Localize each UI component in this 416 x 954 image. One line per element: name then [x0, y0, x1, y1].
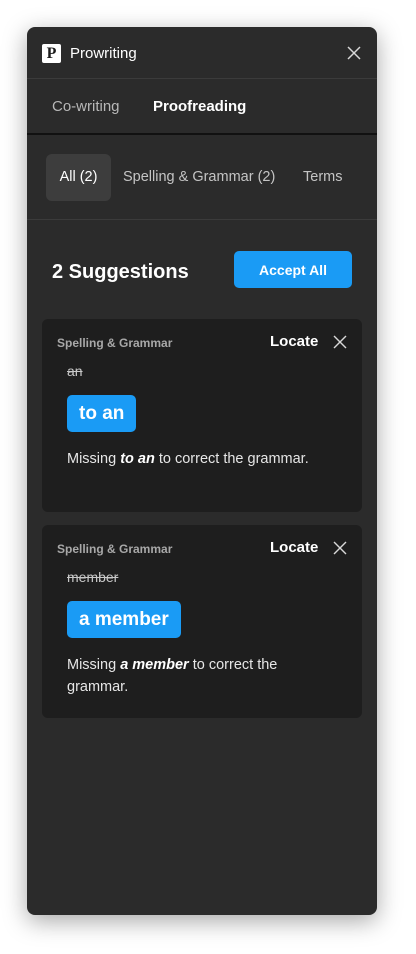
suggestion-category: Spelling & Grammar — [57, 542, 173, 556]
locate-button[interactable]: Locate — [270, 333, 318, 351]
dismiss-suggestion-button[interactable] — [332, 334, 348, 350]
suggestion-message: Missing to an to correct the grammar. — [67, 448, 327, 470]
close-icon — [333, 335, 347, 349]
dismiss-suggestion-button[interactable] — [332, 540, 348, 556]
accept-all-button[interactable]: Accept All — [234, 251, 352, 288]
replacement-button[interactable]: a member — [67, 601, 181, 638]
message-emphasis: to an — [120, 451, 155, 467]
close-icon — [333, 541, 347, 555]
filter-terms[interactable]: Terms — [303, 154, 342, 201]
replacement-button[interactable]: to an — [67, 395, 137, 432]
prowriting-logo: P — [42, 44, 61, 63]
tab-proofreading[interactable]: Proofreading — [153, 98, 246, 116]
locate-button[interactable]: Locate — [270, 539, 318, 557]
message-prefix: Missing — [67, 657, 121, 673]
close-panel-button[interactable] — [345, 44, 363, 62]
message-suffix: to correct the grammar. — [154, 451, 309, 467]
filter-spelling-grammar[interactable]: Spelling & Grammar (2) — [123, 154, 275, 201]
prowriting-panel: P Prowriting Co-writing Proofreading All… — [27, 27, 377, 915]
message-prefix: Missing — [67, 451, 121, 467]
tab-co-writing[interactable]: Co-writing — [52, 98, 120, 116]
close-icon — [347, 46, 361, 60]
original-text: an — [67, 363, 83, 379]
suggestion-filters: All (2) Spelling & Grammar (2) Terms — [27, 135, 377, 220]
message-emphasis: a member — [120, 657, 189, 673]
original-text: member — [67, 569, 119, 585]
filter-all[interactable]: All (2) — [46, 154, 111, 201]
suggestion-card: Spelling & Grammar Locate member a membe… — [42, 525, 362, 718]
mode-tabs: Co-writing Proofreading — [27, 79, 377, 135]
suggestions-count-heading: 2 Suggestions — [52, 261, 189, 283]
suggestion-message: Missing a member to correct the grammar. — [67, 654, 327, 698]
panel-header: P Prowriting — [27, 27, 377, 79]
suggestion-category: Spelling & Grammar — [57, 336, 173, 350]
app-title: Prowriting — [70, 45, 137, 62]
suggestion-card: Spelling & Grammar Locate an to an Missi… — [42, 319, 362, 512]
